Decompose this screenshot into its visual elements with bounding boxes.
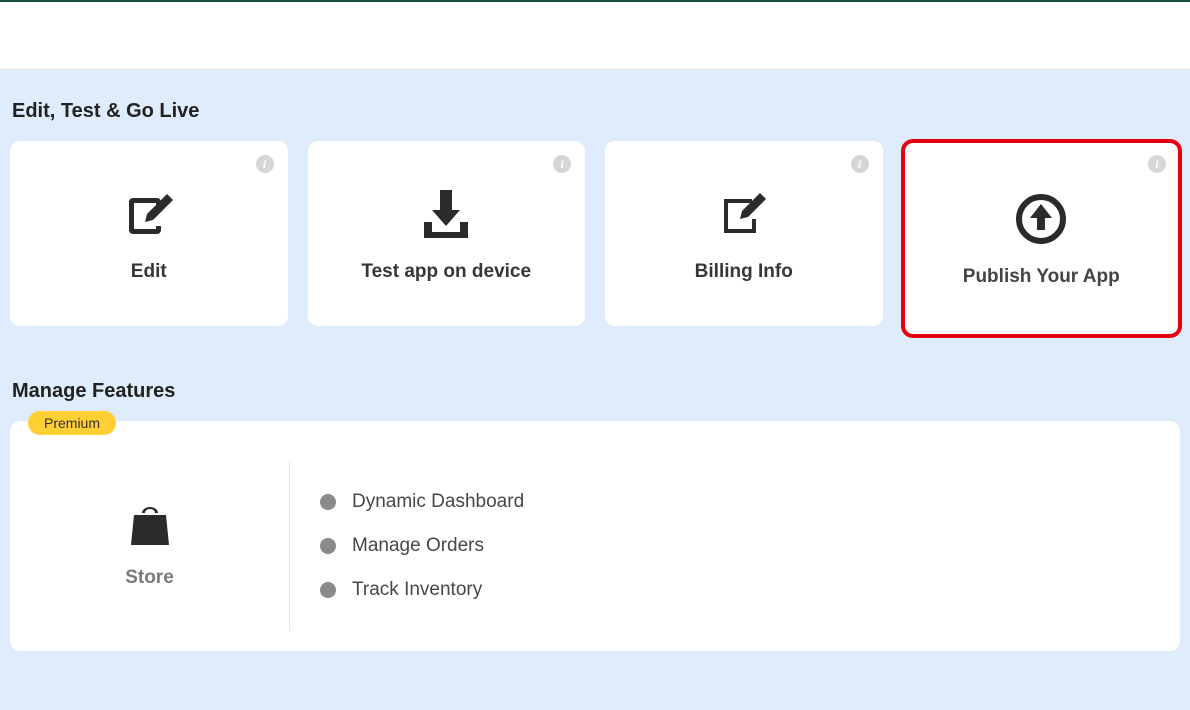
list-item: Track Inventory: [320, 579, 1180, 601]
billing-card[interactable]: i Billing Info: [605, 141, 883, 326]
test-app-card[interactable]: i Test app on device: [308, 141, 586, 326]
list-item: Dynamic Dashboard: [320, 491, 1180, 513]
info-icon[interactable]: i: [256, 155, 274, 173]
info-icon[interactable]: i: [553, 155, 571, 173]
bullet-text: Dynamic Dashboard: [352, 491, 524, 513]
compose-icon: [720, 185, 768, 243]
edit-card[interactable]: i Edit: [10, 141, 288, 326]
info-icon[interactable]: i: [851, 155, 869, 173]
feature-name: Store: [125, 567, 174, 589]
card-label: Edit: [131, 261, 167, 283]
bag-icon: [128, 503, 172, 549]
info-icon[interactable]: i: [1148, 155, 1166, 173]
card-label: Publish Your App: [963, 266, 1120, 288]
feature-panel: Premium Store Dynamic Dashboard Ma: [10, 421, 1180, 651]
card-label: Billing Info: [695, 261, 793, 283]
download-icon: [418, 185, 474, 243]
bullet-icon: [320, 538, 336, 554]
cards-row: i Edit i Test app on device: [10, 141, 1180, 336]
section-title-manage: Manage Features: [12, 380, 1180, 403]
feature-bullets: Dynamic Dashboard Manage Orders Track In…: [290, 441, 1180, 651]
list-item: Manage Orders: [320, 535, 1180, 557]
section-title-edit: Edit, Test & Go Live: [12, 100, 1180, 123]
feature-left[interactable]: Store: [10, 461, 290, 631]
bullet-icon: [320, 494, 336, 510]
card-label: Test app on device: [361, 261, 531, 283]
publish-card[interactable]: i Publish Your App: [903, 141, 1181, 336]
section-manage: Manage Features Premium Store Dynamic Da…: [10, 380, 1180, 651]
top-bar: [0, 0, 1190, 70]
bullet-text: Manage Orders: [352, 535, 484, 557]
bullet-text: Track Inventory: [352, 579, 482, 601]
edit-icon: [123, 185, 175, 243]
premium-badge: Premium: [28, 411, 116, 435]
main-canvas: Edit, Test & Go Live i Edit i: [0, 70, 1190, 710]
bullet-icon: [320, 582, 336, 598]
upload-circle-icon: [1014, 190, 1068, 248]
